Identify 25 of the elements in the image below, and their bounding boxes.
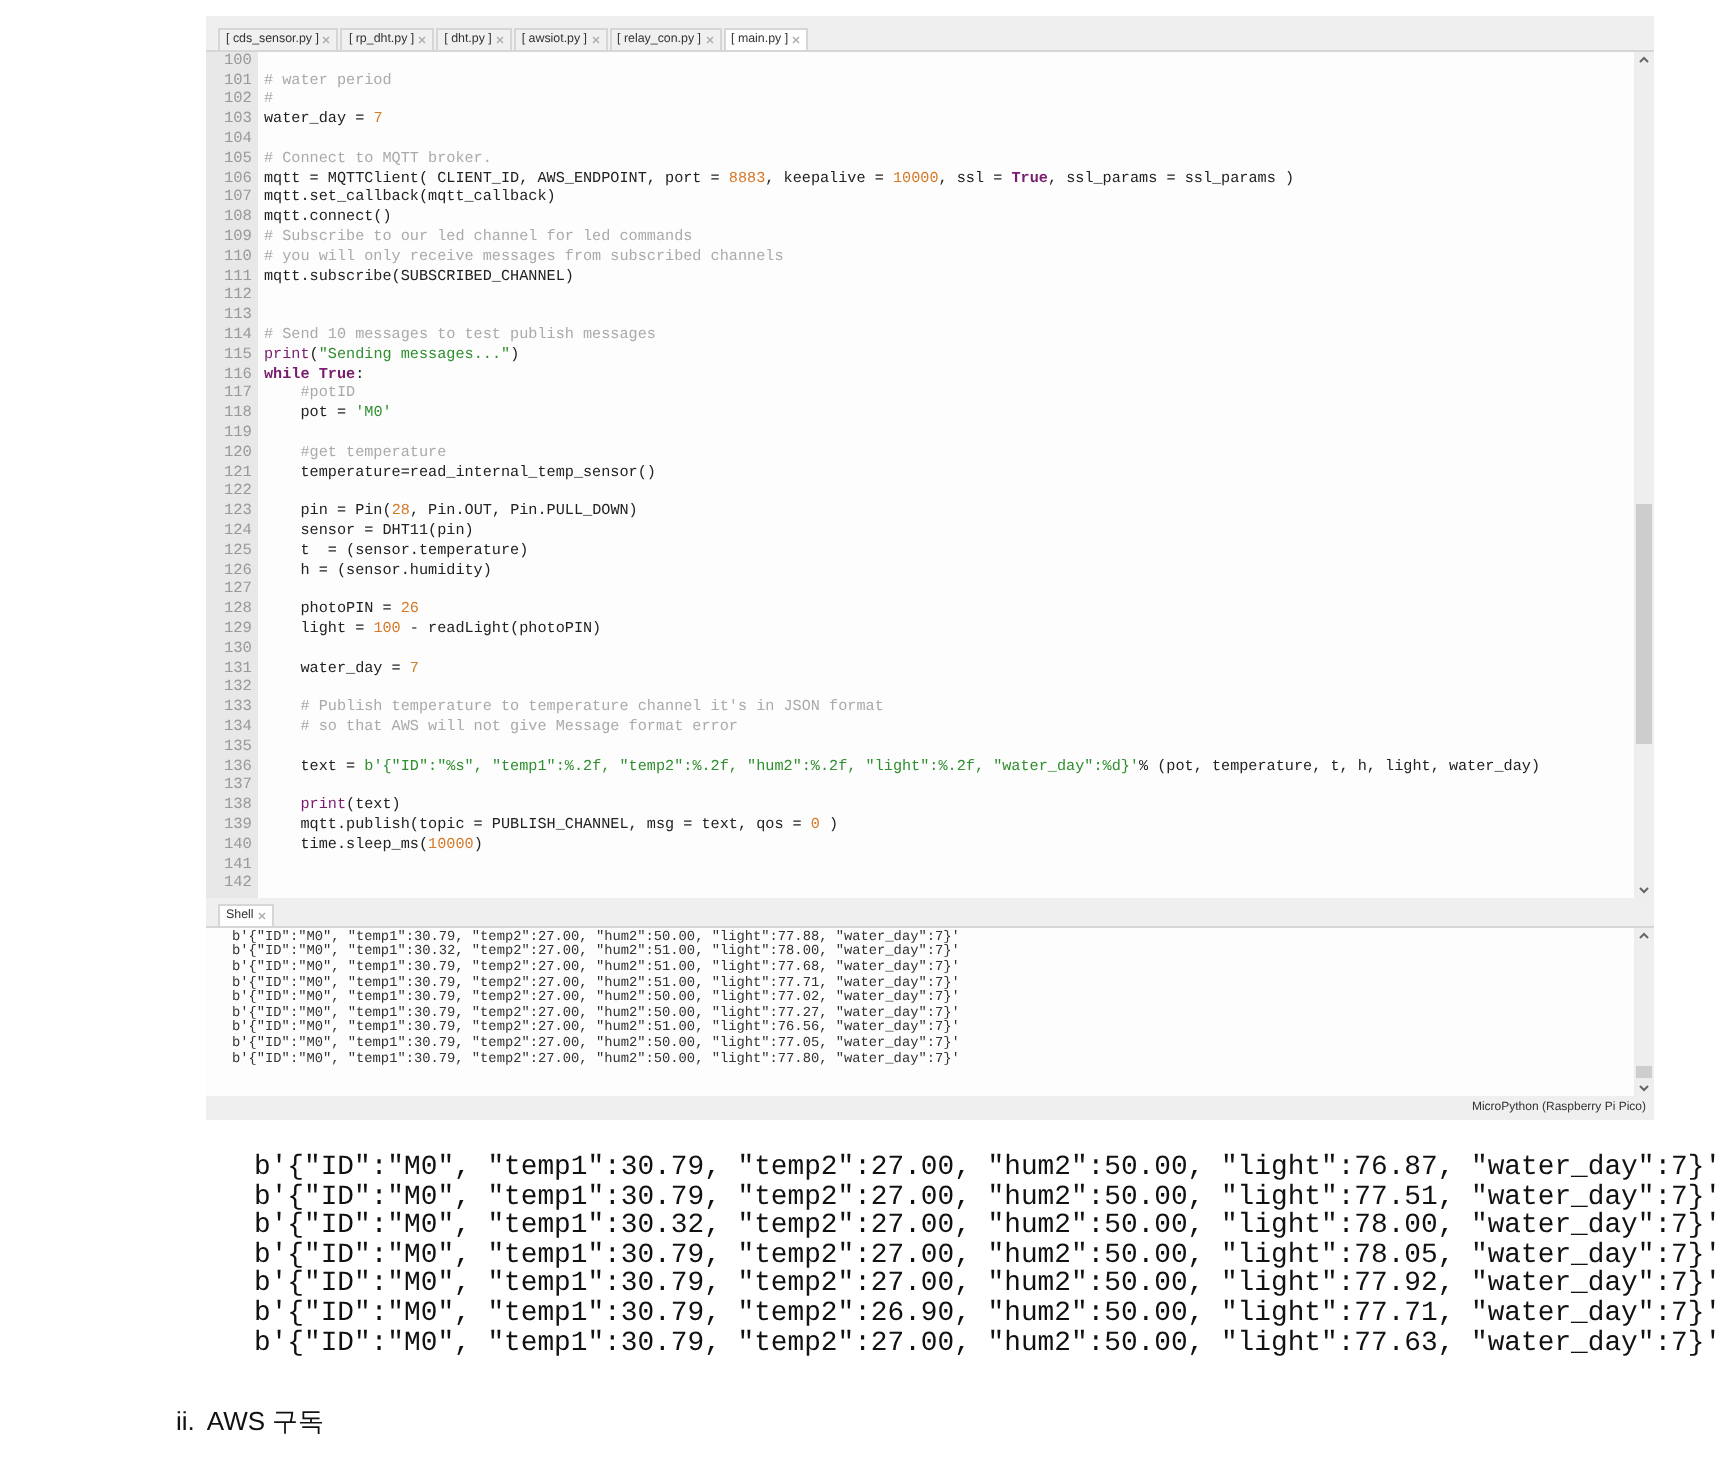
scroll-up-icon[interactable] <box>1638 931 1650 940</box>
scrollbar[interactable] <box>1634 51 1654 898</box>
close-icon[interactable] <box>591 35 600 44</box>
output-line: b'{"ID":"M0", "temp1":30.79, "temp2":27.00, "hum2":50.00, "light":76.87, "water_day":7}' <box>254 1154 1722 1184</box>
close-icon[interactable] <box>705 35 713 44</box>
output-line: b'{"ID":"M0", "temp1":30.32, "temp2":27.00, "hum2":50.00, "light":78.00, "water_day":7}' <box>254 1212 1722 1242</box>
scroll-up-icon[interactable] <box>1638 55 1650 64</box>
scrollbar[interactable] <box>1634 927 1654 1097</box>
scroll-down-icon[interactable] <box>1638 1084 1650 1093</box>
scroll-down-icon[interactable] <box>1638 885 1650 894</box>
shell-panel[interactable] <box>206 925 1654 1097</box>
close-icon[interactable] <box>257 911 266 920</box>
scroll-thumb[interactable] <box>1636 504 1652 745</box>
output-line: b'{"ID":"M0", "temp1":30.79, "temp2":27.00, "hum2":50.00, "light":77.92, "water_day":7}' <box>254 1270 1722 1300</box>
output-line: b'{"ID":"M0", "temp1":30.79, "temp2":27.00, "hum2":50.00, "light":77.63, "water_day":7}' <box>254 1329 1722 1359</box>
scroll-thumb[interactable] <box>1636 1066 1652 1079</box>
output-line: b'{"ID":"M0", "temp1":30.79, "temp2":26.90, "hum2":50.00, "light":77.71, "water_day":7}' <box>254 1299 1722 1330</box>
output-line: b'{"ID":"M0", "temp1":30.79, "temp2":27.00, "hum2":50.00, "light":78.05, "water_day":7}' <box>254 1241 1722 1271</box>
close-icon[interactable] <box>322 35 331 44</box>
section-heading: AWS 구독 <box>206 1404 325 1441</box>
output-line: b'{"ID":"M0", "temp1":30.79, "temp2":27.00, "hum2":50.00, "light":77.51, "water_day":7}' <box>254 1183 1722 1213</box>
close-icon[interactable] <box>495 35 504 44</box>
list-marker: ii. <box>176 1404 195 1441</box>
close-icon[interactable] <box>418 35 427 44</box>
close-icon[interactable] <box>792 35 801 44</box>
